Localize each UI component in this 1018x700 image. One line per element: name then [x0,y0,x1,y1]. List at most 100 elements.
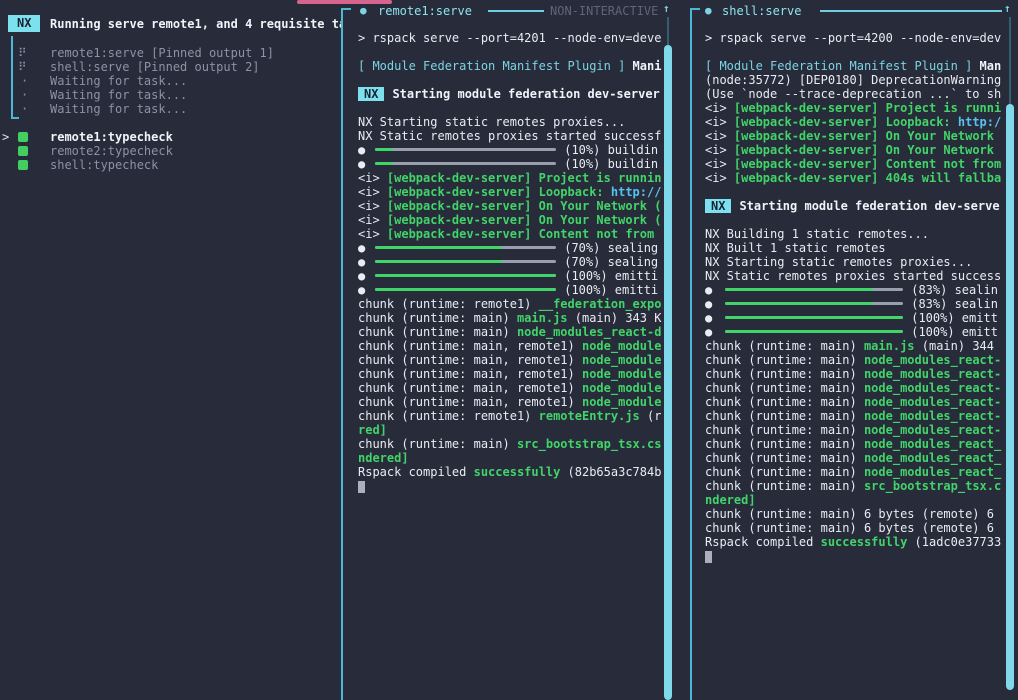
text-segment: chunk (runtime: main, remote1) [358,339,582,353]
text-segment: (node:35772) [DEP0180] DeprecationWarnin… [705,73,1001,87]
terminal-line [358,45,664,59]
text-segment: chunk (runtime: main, remote1) [358,353,582,367]
terminal-line: <i> [webpack-dev-server] Content not fro… [358,227,664,241]
text-segment: > rspack serve --port=4201 --node-env=de… [358,31,661,45]
text-segment: [webpack-dev-server] On Your Network ( [387,199,662,213]
progress-bullet-icon: ● [358,255,365,269]
scrollbar-thumb[interactable] [664,45,672,700]
terminal-cursor-line [358,479,664,493]
progress-line: ● (83%) sealin [705,297,1007,311]
text-segment: node_modules_react- [864,353,1001,367]
text-segment: chunk (runtime: main) 6 bytes (remote) 6 [705,521,994,535]
text-segment: <i> [705,115,734,129]
text-segment: Rspack compiled [358,465,474,479]
scroll-up-arrow-icon[interactable]: ↑ [663,3,670,15]
task-row[interactable]: ⠟shell:serve [Pinned output 2] [0,60,341,74]
pane-title-remote1-serve[interactable]: remote1:serve [378,4,472,18]
progress-label: (70%) sealing [564,241,658,255]
progress-label: (100%) emitti [564,269,658,283]
progress-bullet-icon: ● [358,157,365,171]
pane-title-shell-serve[interactable]: shell:serve [722,4,801,18]
text-segment: [webpack-dev-server] Loopback: [734,115,958,129]
scrollbar-thumb[interactable] [1006,104,1014,690]
text-segment: node_modules_react_ [864,465,1001,479]
progress-bullet-icon: ● [358,143,365,157]
text-segment: NX Static remotes proxies started succes… [705,269,1001,283]
task-row[interactable]: ·Waiting for task... [0,88,341,102]
task-row[interactable]: ⠟remote1:serve [Pinned output 1] [0,46,341,60]
text-segment: chunk (runtime: main, remote1) [358,395,582,409]
progress-bullet-icon: ● [358,283,365,297]
terminal-line: chunk (runtime: main, remote1) node_modu… [358,381,664,395]
task-row[interactable]: remote2:typecheck [0,144,341,158]
text-segment: <i> [358,185,387,199]
scrollbar-track[interactable] [1009,17,1011,104]
text-segment: NX Starting static remotes proxies... [358,115,625,129]
text-segment: main.js [864,339,915,353]
running-task-list: ⠟remote1:serve [Pinned output 1]⠟shell:s… [0,46,341,116]
text-segment: http:// [611,185,662,199]
terminal-line: chunk (runtime: main) node_modules_react… [705,451,1007,465]
progress-label: (100%) emitti [564,283,658,297]
success-square-icon [18,146,28,156]
text-segment: <i> [358,199,387,213]
text-segment: node_module [582,339,661,353]
waiting-icon: · [21,88,28,102]
task-row[interactable]: ·Waiting for task... [0,102,341,116]
progress-bullet-icon: ● [705,297,712,311]
terminal-line: chunk (runtime: main, remote1) node_modu… [358,353,664,367]
text-segment: chunk (runtime: main) [705,437,864,451]
selection-pointer-icon: > [2,130,9,144]
terminal-line: <i> [webpack-dev-server] On Your Network… [358,213,664,227]
progress-bullet-icon: ● [705,311,712,325]
progress-bar [375,260,556,263]
header-rule [488,10,544,12]
terminal-line: chunk (runtime: main) node_modules_react… [705,465,1007,479]
terminal-line: Rspack compiled successfully (1adc0e3773… [705,535,1007,549]
terminal-line: chunk (runtime: main) 6 bytes (remote) 6 [705,507,1007,521]
progress-bar [375,288,556,291]
text-segment: red] [358,423,387,437]
text-segment: chunk (runtime: main) [358,311,517,325]
terminal-line: red] [358,423,664,437]
terminal-line: NX Starting static remotes proxies... [705,255,1007,269]
task-row[interactable]: shell:typecheck [0,158,341,172]
terminal-line: chunk (runtime: main) node_modules_react… [705,437,1007,451]
terminal-line [705,185,1007,199]
task-row[interactable]: >remote1:typecheck [0,130,341,144]
terminal-line: <i> [webpack-dev-server] Project is runn… [358,171,664,185]
terminal-line: <i> [webpack-dev-server] On Your Network [705,143,1007,157]
text-segment: <i> [705,157,734,171]
pane-status-bullet-icon: ● [360,4,367,18]
terminal-line [705,45,1007,59]
terminal-line: chunk (runtime: main) node_modules_react… [705,423,1007,437]
text-segment: [webpack-dev-server] Project is runni [734,101,1001,115]
text-segment: [ Module Federation Manifest Plugin ] [358,59,633,73]
text-segment: node_modules_react- [864,423,1001,437]
task-row[interactable]: ·Waiting for task... [0,74,341,88]
waiting-icon: · [21,74,28,88]
success-square-icon [18,132,28,142]
text-segment: node_modules_react- [864,409,1001,423]
text-segment: Starting module federation dev-serve [739,199,999,213]
progress-bar [725,288,903,291]
terminal-line: NX Static remotes proxies started succes… [705,269,1007,283]
nx-badge: NX [358,87,384,101]
scroll-up-arrow-icon[interactable]: ↑ [1004,3,1011,15]
non-interactive-badge: NON-INTERACTIVE [550,4,658,18]
text-segment: [webpack-dev-server] On Your Network [734,143,994,157]
terminal-line: [ Module Federation Manifest Plugin ] Ma… [705,59,1007,73]
text-segment: node_modules_react- [864,395,1001,409]
task-label: shell:typecheck [50,158,158,172]
text-segment: chunk (runtime: main) [705,465,864,479]
scrollbar-track[interactable] [667,17,669,45]
text-segment: node_module [582,353,661,367]
text-segment: chunk (runtime: main) [705,423,864,437]
terminal-line: > rspack serve --port=4201 --node-env=de… [358,31,664,45]
text-segment: [webpack-dev-server] On Your Network ( [387,213,662,227]
progress-label: (83%) sealin [911,297,998,311]
terminal-line: chunk (runtime: main) 6 bytes (remote) 6 [705,521,1007,535]
progress-bar [725,316,903,319]
progress-line: ●(83%) sealin [705,283,1007,297]
text-segment: node_module [582,367,661,381]
